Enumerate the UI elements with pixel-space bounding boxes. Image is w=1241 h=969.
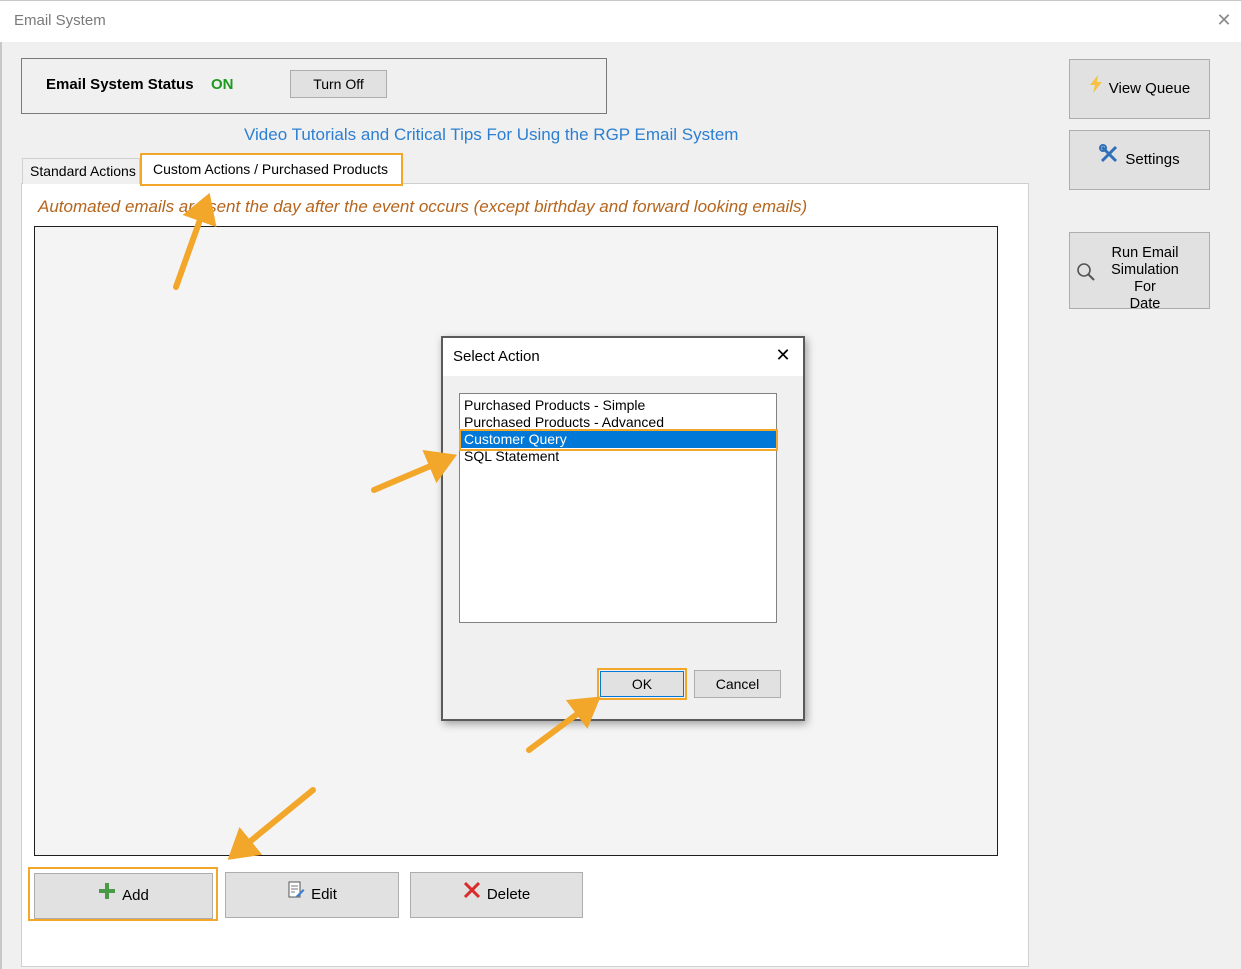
- window-close-icon[interactable]: ✕: [1212, 8, 1236, 32]
- tab-custom-actions[interactable]: Custom Actions / Purchased Products: [140, 153, 403, 186]
- edit-document-icon: [287, 873, 305, 917]
- edit-button-label: Edit: [311, 886, 337, 903]
- tab-standard-actions[interactable]: Standard Actions: [22, 158, 140, 184]
- edit-button[interactable]: Edit: [225, 872, 399, 918]
- notice-text: Automated emails are sent the day after …: [38, 197, 808, 216]
- x-mark-icon: [463, 873, 481, 917]
- selected-item-highlight: [459, 429, 778, 451]
- view-queue-label: View Queue: [1108, 80, 1191, 97]
- window-titlebar: [0, 0, 1241, 42]
- view-queue-button[interactable]: View Queue: [1069, 59, 1210, 119]
- add-button[interactable]: Add: [34, 873, 213, 919]
- status-label: Email System Status: [46, 76, 194, 93]
- tutorial-link[interactable]: Video Tutorials and Critical Tips For Us…: [244, 125, 738, 145]
- settings-label: Settings: [1125, 151, 1180, 168]
- status-value: ON: [211, 76, 234, 93]
- lightning-icon: [1089, 60, 1103, 118]
- window-title: Email System: [14, 12, 106, 29]
- dialog-title: Select Action: [453, 348, 540, 365]
- plus-icon: [98, 874, 116, 918]
- magnifier-icon: [1076, 262, 1096, 285]
- run-simulation-label: Run Email Simulation For Date: [1111, 245, 1179, 312]
- list-item[interactable]: Purchased Products - Simple: [464, 397, 645, 414]
- cancel-button[interactable]: Cancel: [694, 670, 781, 698]
- ok-button[interactable]: OK: [600, 671, 684, 697]
- window-border: [0, 42, 2, 969]
- delete-button-label: Delete: [486, 886, 531, 903]
- dialog-close-icon[interactable]: ✕: [772, 344, 794, 366]
- turn-off-button[interactable]: Turn Off: [290, 70, 387, 98]
- add-button-label: Add: [122, 887, 149, 904]
- settings-button[interactable]: Settings: [1069, 130, 1210, 190]
- tools-icon: [1099, 131, 1119, 189]
- delete-button[interactable]: Delete: [410, 872, 583, 918]
